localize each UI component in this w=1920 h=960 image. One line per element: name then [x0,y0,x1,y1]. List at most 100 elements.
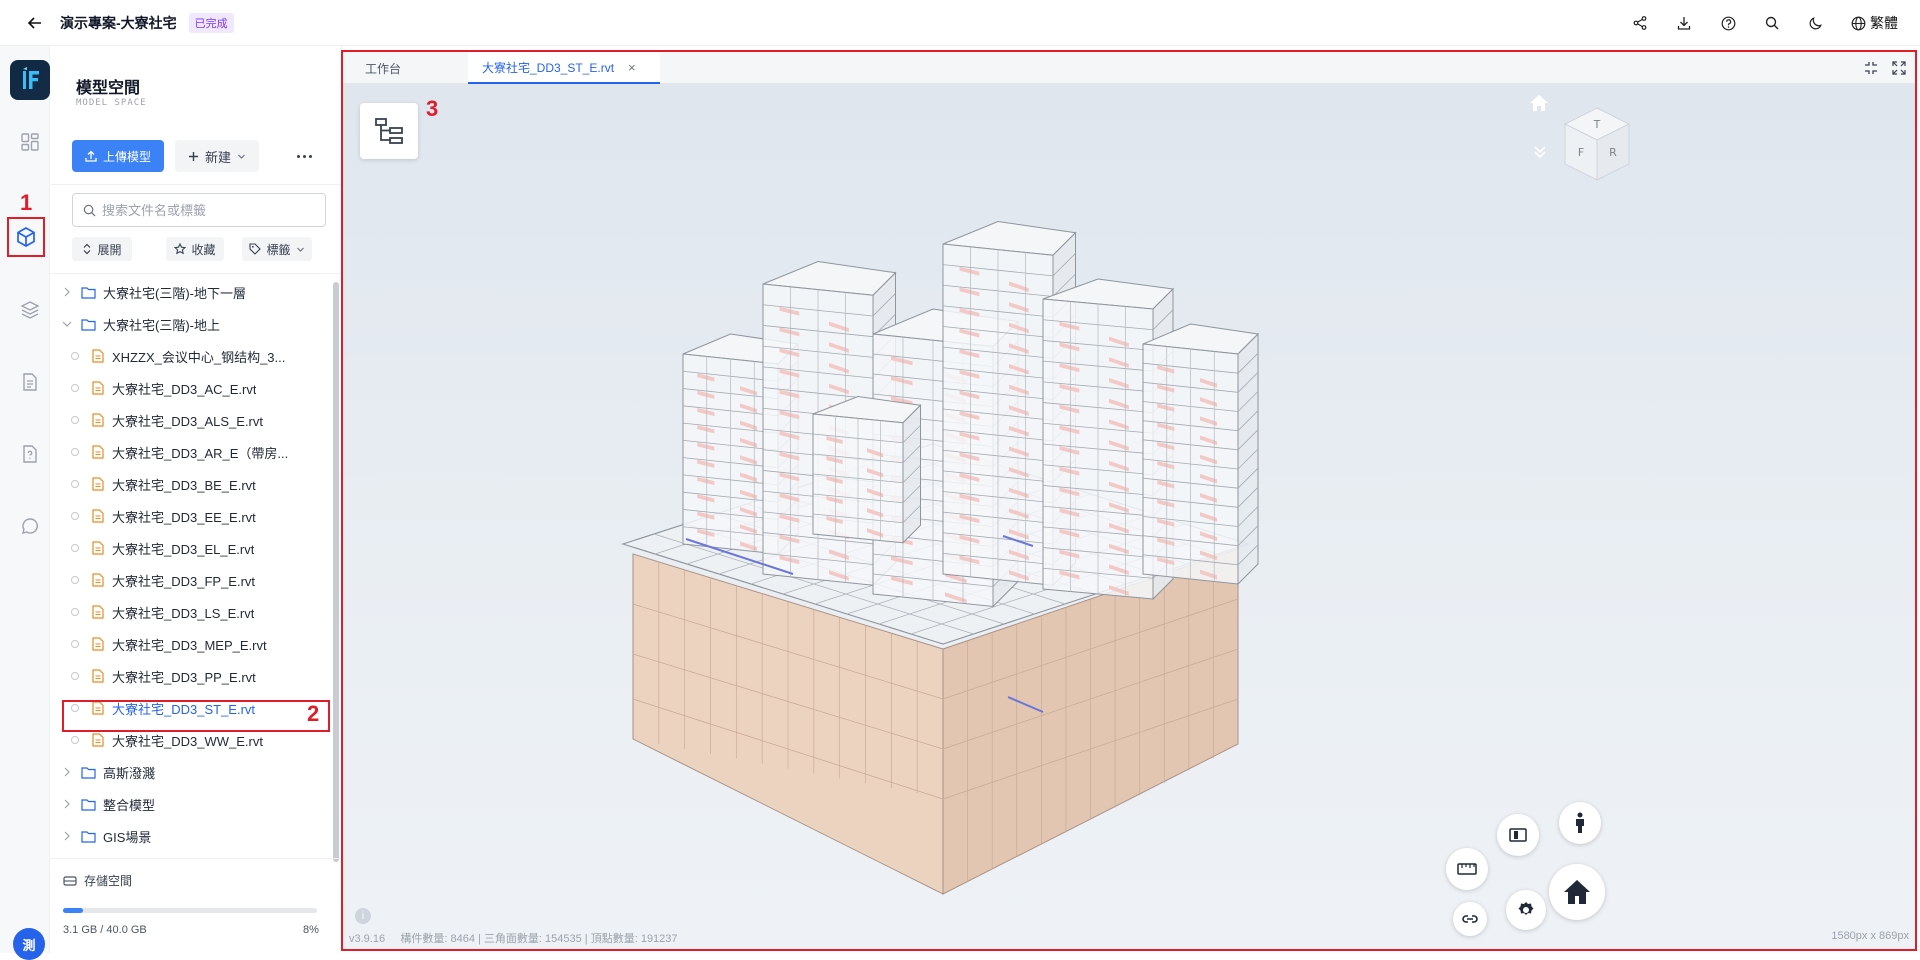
annotation-marker-1: 1 [20,190,33,215]
left-rail: 1 測 [0,46,50,960]
tree-item-label: GIS場景 [103,829,152,845]
more-icon[interactable] [297,148,317,164]
expand-chip[interactable]: 展開 [72,237,132,261]
model-space-panel: 模型空間 MODEL SPACE 上傳模型 新建 展開 收藏 標籤 大寮社宅(三… [51,46,401,953]
selected-highlight [62,700,330,732]
tree-file[interactable]: 大寮社宅_DD3_MEP_E.rvt [71,631,267,657]
status-dot [71,736,79,744]
annotation-marker-2: 2 [307,701,320,726]
tree-folder[interactable]: 大寮社宅(三階)-地上 [61,311,220,337]
upload-icon [85,150,97,162]
file-icon [92,413,104,427]
file-icon [92,541,104,555]
folder-icon [81,798,96,811]
tree-item-label: 大寮社宅(三階)-地下一層 [103,285,246,301]
language-label: 繁體 [1870,15,1898,31]
status-badge: 已完成 [188,12,234,33]
file-icon [92,445,104,459]
tree-item-label: 大寮社宅_DD3_AC_E.rvt [112,381,257,397]
back-arrow-icon[interactable] [24,12,46,34]
tree-item-label: 高斯潑濺 [103,765,156,781]
search-box[interactable] [72,193,326,227]
tree-file[interactable]: 大寮社宅_DD3_ALS_E.rvt [71,407,263,433]
file-icon [92,733,104,747]
status-dot [71,672,79,680]
file-icon [92,637,104,651]
project-title: 演示專案-大寮社宅 [60,14,177,31]
help-icon[interactable] [1719,14,1737,32]
storage-used: 3.1 GB / 40.0 GB [63,924,147,936]
language-switch[interactable]: 繁體 [1851,13,1898,33]
chevron-down-icon[interactable] [61,318,73,330]
tree-file[interactable]: 大寮社宅_DD3_EE_E.rvt [71,503,256,529]
tree-file[interactable]: 大寮社宅_DD3_PP_E.rvt [71,663,256,689]
tree-item-label: 大寮社宅_DD3_PP_E.rvt [112,669,256,685]
chat-icon[interactable] [12,508,48,544]
storage-progress [63,908,317,913]
favorite-chip[interactable]: 收藏 [166,237,224,261]
tree-file[interactable]: 大寮社宅_DD3_BE_E.rvt [71,471,256,497]
tree-folder[interactable]: 大寮社宅(三階)-地下一層 [61,279,246,305]
tree-scrollbar[interactable] [333,282,339,862]
tree-folder[interactable]: 高斯潑濺 [61,759,155,785]
document-icon[interactable] [12,364,48,400]
folder-icon [81,830,96,843]
divider [51,273,342,274]
chevron-right-icon[interactable] [61,798,73,810]
viewer-highlight-frame [341,50,1917,951]
cube-icon[interactable] [7,217,45,257]
tree-file[interactable]: XHZZX_会议中心_钢结构_3... [71,343,285,369]
layers-icon[interactable] [12,292,48,328]
panel-subtitle: MODEL SPACE [76,98,147,108]
status-dot [71,576,79,584]
upload-label: 上傳模型 [102,149,151,164]
file-question-icon[interactable] [12,436,48,472]
file-icon [92,669,104,683]
file-icon [92,349,104,363]
tree-item-label: 大寮社宅_DD3_AR_E（帶房... [112,445,289,461]
tree-folder[interactable]: 整合模型 [61,791,155,817]
upload-model-button[interactable]: 上傳模型 [72,140,164,172]
tree-item-label: 大寮社宅_DD3_MEP_E.rvt [112,637,267,653]
storage-label-row: 存儲空間 [63,872,132,889]
chevron-right-icon[interactable] [61,286,73,298]
panel-title: 模型空間 [76,80,141,97]
tree-file[interactable]: 大寮社宅_DD3_LS_E.rvt [71,599,254,625]
tags-chip[interactable]: 標籤 [242,237,312,261]
moon-icon[interactable] [1807,14,1825,32]
share-icon[interactable] [1631,14,1649,32]
tree-file[interactable]: 大寮社宅_DD3_FP_E.rvt [71,567,255,593]
chevron-right-icon[interactable] [61,830,73,842]
top-actions: 繁體 [1631,0,1898,46]
status-dot [71,608,79,616]
divider [51,184,342,185]
tree-item-label: 大寮社宅_DD3_LS_E.rvt [112,605,255,621]
plus-icon [188,151,198,161]
folder-icon [81,286,96,299]
tree-item-label: XHZZX_会议中心_钢结构_3... [112,349,286,365]
avatar[interactable]: 測 [13,928,45,960]
file-icon [92,381,104,395]
status-dot [71,352,79,360]
chevron-down-icon [296,247,304,252]
favorite-label: 收藏 [191,242,216,257]
status-dot [71,512,79,520]
expand-label: 展開 [97,242,122,257]
file-icon [92,509,104,523]
search-icon [83,204,96,216]
app-logo[interactable] [10,60,50,100]
tree-file[interactable]: 大寮社宅_DD3_AR_E（帶房... [71,439,288,465]
dashboard-icon[interactable] [12,124,48,160]
download-icon[interactable] [1675,14,1693,32]
tree-file[interactable]: 大寮社宅_DD3_EL_E.rvt [71,535,254,561]
tree-item-label: 大寮社宅_DD3_ALS_E.rvt [112,413,263,429]
search-icon[interactable] [1763,14,1781,32]
chevron-right-icon[interactable] [61,766,73,778]
tree-file[interactable]: 大寮社宅_DD3_AC_E.rvt [71,375,256,401]
tree-folder[interactable]: GIS場景 [61,823,151,849]
new-button[interactable]: 新建 [175,140,259,172]
tree-item-label: 大寮社宅_DD3_EE_E.rvt [112,509,256,525]
status-dot [71,544,79,552]
sort-icon [84,243,91,255]
search-input[interactable] [102,202,322,218]
